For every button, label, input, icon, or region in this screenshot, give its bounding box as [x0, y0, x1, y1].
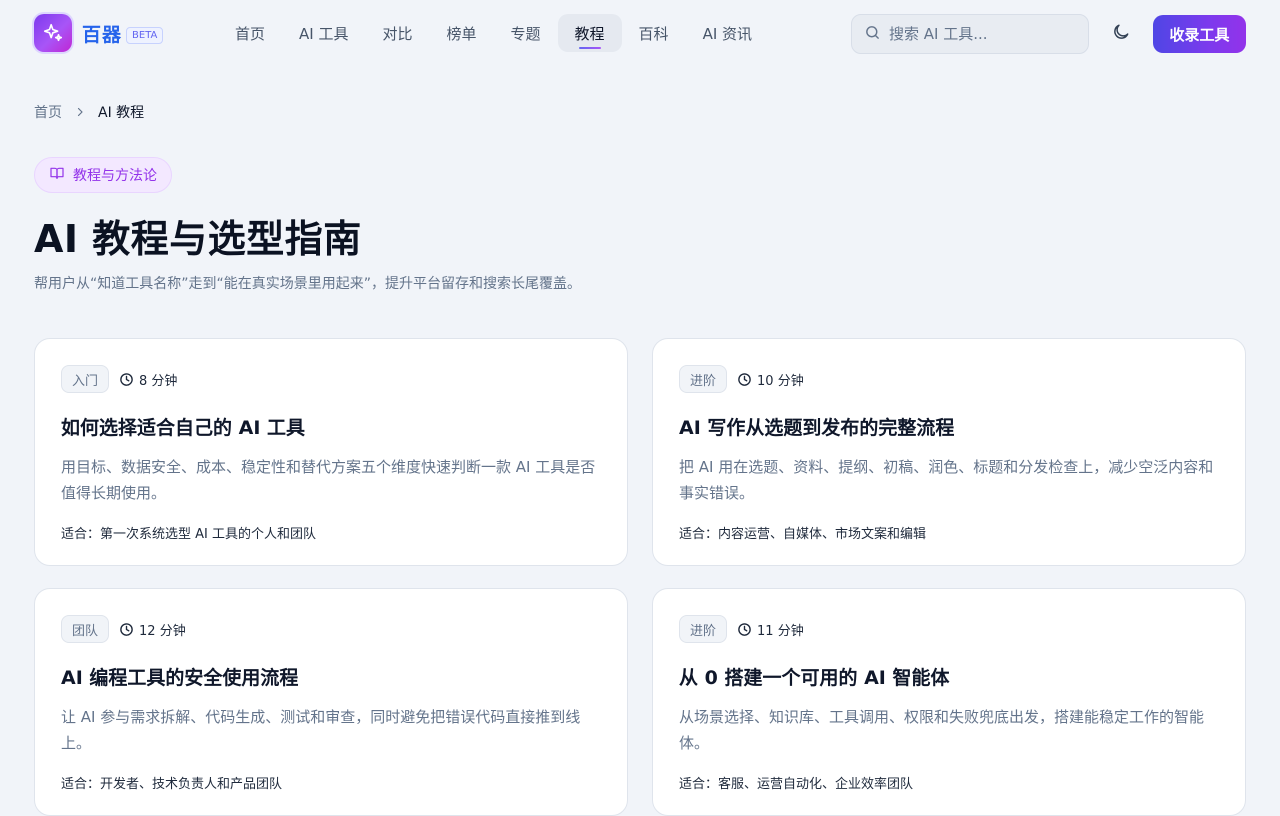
- tutorial-card[interactable]: 入门 8 分钟 如何选择适合自己的 AI 工具 用目标、数据安全、成本、稳定性和…: [34, 338, 628, 566]
- theme-toggle-button[interactable]: [1106, 19, 1136, 49]
- card-meta: 入门 8 分钟: [61, 365, 601, 393]
- card-title[interactable]: 从 0 搭建一个可用的 AI 智能体: [679, 663, 1219, 690]
- submit-tool-button[interactable]: 收录工具: [1153, 15, 1246, 53]
- beta-badge: BETA: [126, 26, 164, 44]
- sparkle-icon: [34, 14, 72, 52]
- read-time-label: 10 分钟: [757, 373, 804, 389]
- nav-item-topics[interactable]: 专题: [494, 14, 558, 52]
- level-badge: 团队: [61, 615, 110, 643]
- clock-icon: [120, 372, 133, 386]
- nav-item-ai-tools[interactable]: AI 工具: [282, 14, 365, 52]
- nav-item-rankings[interactable]: 榜单: [430, 14, 494, 52]
- card-audience: 适合：第一次系统选型 AI 工具的个人和团队: [61, 527, 316, 542]
- tutorial-card-grid: 入门 8 分钟 如何选择适合自己的 AI 工具 用目标、数据安全、成本、稳定性和…: [34, 338, 1246, 816]
- clock-icon: [120, 622, 133, 636]
- breadcrumb-home-link[interactable]: 首页: [34, 102, 62, 122]
- book-open-icon: [49, 165, 65, 185]
- read-time-label: 12 分钟: [139, 623, 186, 639]
- card-description: 用目标、数据安全、成本、稳定性和替代方案五个维度快速判断一款 AI 工具是否值得…: [61, 458, 596, 502]
- read-time-label: 8 分钟: [139, 373, 178, 389]
- clock-icon: [738, 622, 751, 636]
- tutorial-card[interactable]: 进阶 10 分钟 AI 写作从选题到发布的完整流程 把 AI 用在选题、资料、提…: [652, 338, 1246, 566]
- tutorial-card[interactable]: 进阶 11 分钟 从 0 搭建一个可用的 AI 智能体 从场景选择、知识库、工具…: [652, 588, 1246, 816]
- card-description: 把 AI 用在选题、资料、提纲、初稿、润色、标题和分发检查上，减少空泛内容和事实…: [679, 458, 1214, 502]
- read-time: 12 分钟: [119, 620, 186, 639]
- clock-icon: [738, 372, 751, 386]
- read-time: 10 分钟: [737, 370, 804, 389]
- read-time: 11 分钟: [737, 620, 804, 639]
- search-input[interactable]: [889, 25, 1079, 43]
- search-icon: [864, 24, 881, 45]
- card-meta: 团队 12 分钟: [61, 615, 601, 643]
- brand-logo[interactable]: 百器 BETA: [34, 14, 164, 52]
- card-title[interactable]: AI 编程工具的安全使用流程: [61, 663, 601, 690]
- card-description: 让 AI 参与需求拆解、代码生成、测试和审查，同时避免把错误代码直接推到线上。: [61, 708, 581, 752]
- card-audience: 适合：开发者、技术负责人和产品团队: [61, 777, 283, 792]
- card-audience: 适合：客服、运营自动化、企业效率团队: [679, 777, 914, 792]
- top-header: 百器 BETA 首页 AI 工具 对比 榜单 专题 教程 百科 AI 资讯 收录…: [0, 0, 1280, 68]
- read-time: 8 分钟: [119, 370, 177, 389]
- section-pill: 教程与方法论: [34, 157, 172, 193]
- breadcrumb: 首页 AI 教程: [34, 102, 144, 122]
- search-box[interactable]: [851, 14, 1089, 54]
- read-time-label: 11 分钟: [757, 623, 804, 639]
- card-meta: 进阶 11 分钟: [679, 615, 1219, 643]
- main-nav: 首页 AI 工具 对比 榜单 专题 教程 百科 AI 资讯: [218, 14, 769, 52]
- page-subtitle: 帮用户从“知道工具名称”走到“能在真实场景里用起来”，提升平台留存和搜索长尾覆盖…: [34, 276, 582, 292]
- page-title: AI 教程与选型指南: [34, 217, 362, 261]
- level-badge: 进阶: [679, 615, 728, 643]
- chevron-right-icon: [74, 106, 86, 118]
- nav-item-ai-news[interactable]: AI 资讯: [686, 14, 769, 52]
- card-title[interactable]: AI 写作从选题到发布的完整流程: [679, 413, 1219, 440]
- card-audience: 适合：内容运营、自媒体、市场文案和编辑: [679, 527, 927, 542]
- moon-icon: [1111, 22, 1131, 46]
- level-badge: 进阶: [679, 365, 728, 393]
- nav-item-tutorials[interactable]: 教程: [557, 14, 622, 52]
- nav-item-wiki[interactable]: 百科: [622, 14, 686, 52]
- card-description: 从场景选择、知识库、工具调用、权限和失败兜底出发，搭建能稳定工作的智能体。: [679, 708, 1205, 752]
- nav-item-home[interactable]: 首页: [218, 14, 282, 52]
- nav-item-compare[interactable]: 对比: [365, 14, 429, 52]
- section-pill-label: 教程与方法论: [73, 168, 157, 184]
- brand-name: 百器: [82, 23, 123, 46]
- level-badge: 入门: [61, 365, 110, 393]
- tutorial-card[interactable]: 团队 12 分钟 AI 编程工具的安全使用流程 让 AI 参与需求拆解、代码生成…: [34, 588, 628, 816]
- card-title[interactable]: 如何选择适合自己的 AI 工具: [61, 413, 601, 440]
- card-meta: 进阶 10 分钟: [679, 365, 1219, 393]
- breadcrumb-current: AI 教程: [98, 105, 145, 121]
